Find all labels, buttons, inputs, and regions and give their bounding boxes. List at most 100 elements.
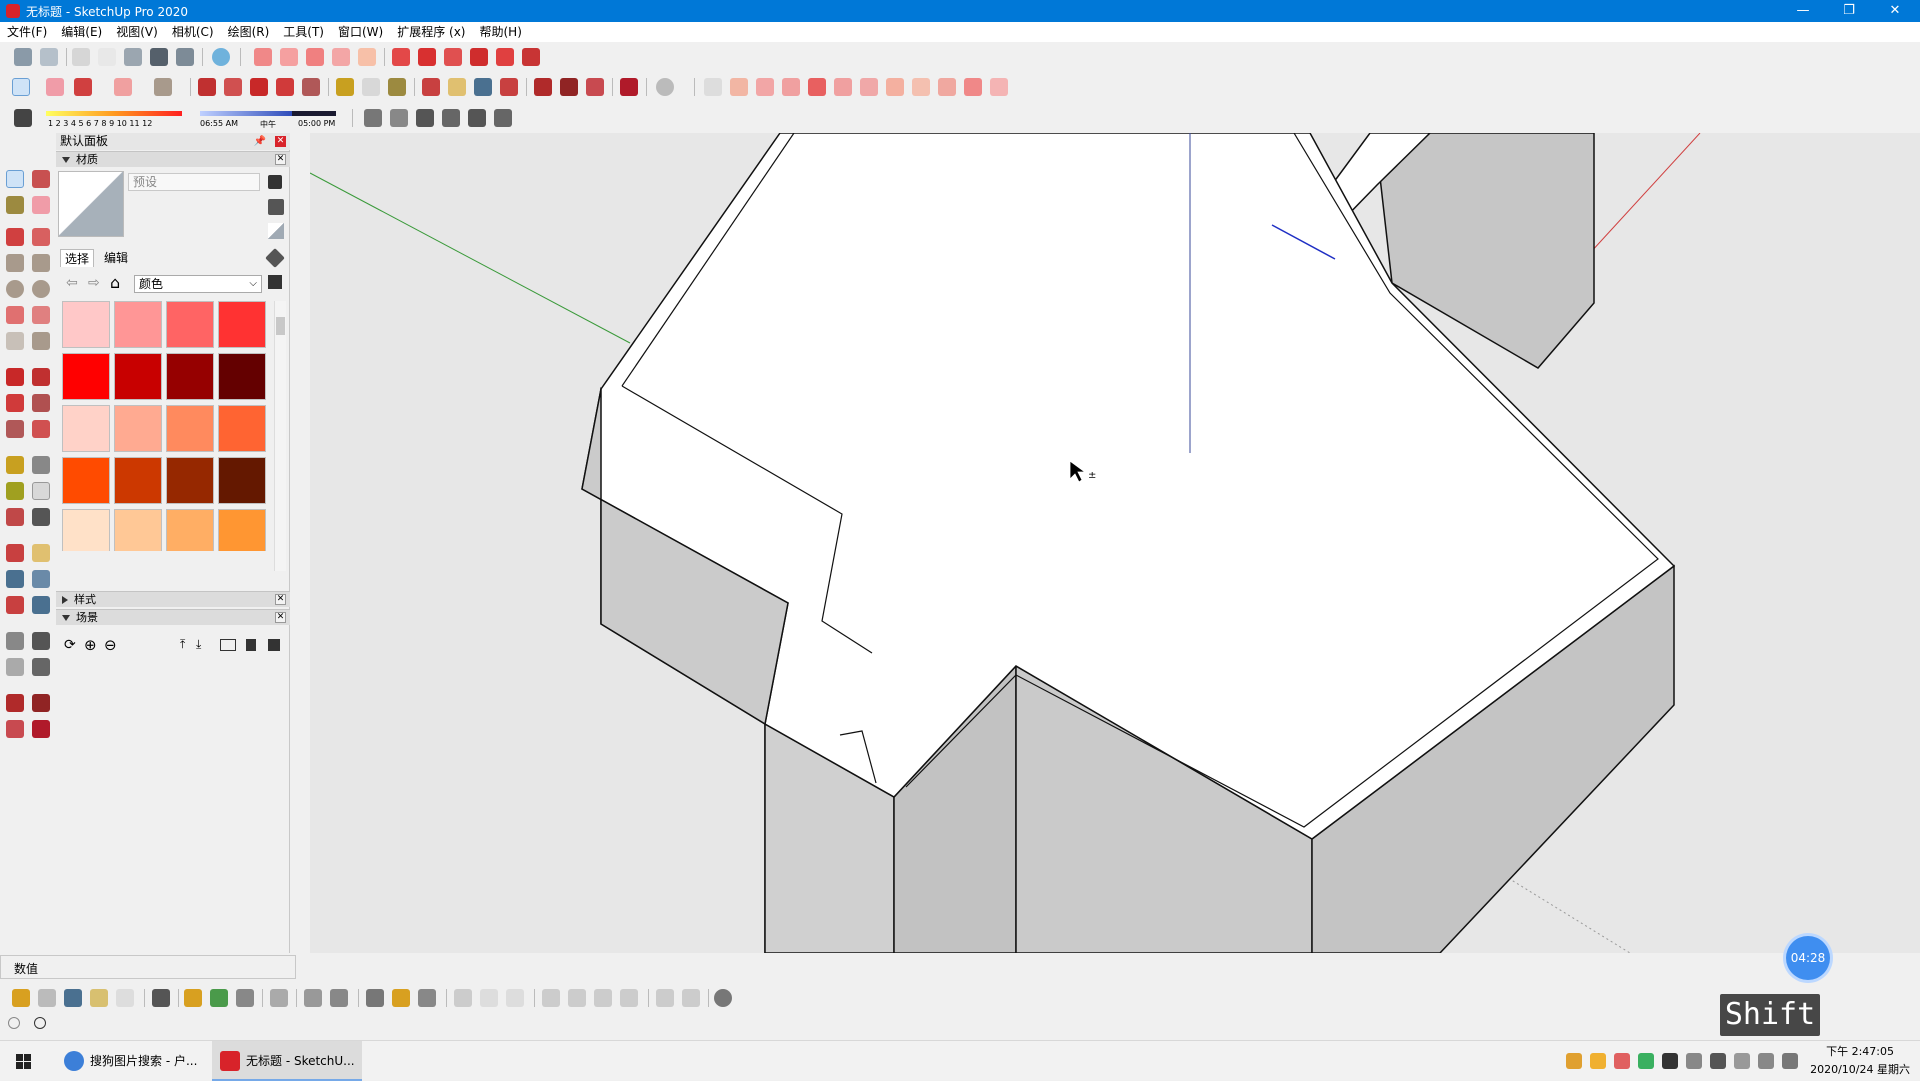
plugin-11-icon[interactable] [522,48,540,66]
menu-camera[interactable]: 相机(C) [165,22,221,42]
plugin-12-icon[interactable] [730,78,748,96]
plugin-9-icon[interactable] [470,48,488,66]
status-geo-icon[interactable] [8,1017,20,1029]
collection-dropdown[interactable]: 颜色 ⌵ [134,275,262,293]
top-view-icon[interactable] [390,109,408,127]
minimize-button[interactable]: — [1780,0,1826,22]
plugin-15-icon[interactable] [808,78,826,96]
material-swatch[interactable] [62,457,110,504]
material-swatch[interactable] [218,301,266,348]
rectangle-tool-icon[interactable] [6,254,24,272]
bottom-tool-17-icon[interactable] [506,989,524,1007]
section-plane-icon[interactable] [704,78,722,96]
time-slider[interactable] [200,111,295,116]
plugin-17-icon[interactable] [860,78,878,96]
warehouse-tool-icon[interactable] [6,694,24,712]
material-swatch[interactable] [166,509,214,551]
eyedropper-icon[interactable] [265,248,285,268]
tab-edit[interactable]: 编辑 [100,249,132,267]
close-button[interactable]: ✕ [1872,0,1918,22]
move-icon[interactable] [250,78,268,96]
month-slider[interactable] [46,111,182,116]
scale-tool-icon[interactable] [6,420,24,438]
remove-scene-icon[interactable]: ⊖ [104,636,117,654]
plugin-18-icon[interactable] [886,78,904,96]
tray-close-icon[interactable]: ✕ [275,136,286,147]
material-swatch[interactable] [218,405,266,452]
bottom-tool-22-icon[interactable] [656,989,674,1007]
bottom-tool-16-icon[interactable] [480,989,498,1007]
plugin-10-icon[interactable] [496,48,514,66]
account-icon[interactable] [656,78,674,96]
menu-tools[interactable]: 工具(T) [276,22,331,42]
back-arrow-icon[interactable]: ⇦ [66,275,78,291]
tray-speaker-icon[interactable] [1758,1053,1774,1069]
pin-icon[interactable]: 📌 [254,133,266,150]
text-tool-icon[interactable] [362,78,380,96]
ruby-gem-icon[interactable] [620,78,638,96]
sound-icon[interactable] [270,989,288,1007]
ext-warehouse-tool-icon[interactable] [32,694,50,712]
create-material-icon[interactable] [268,175,282,189]
info-icon[interactable] [34,1017,46,1029]
plugin-16-icon[interactable] [834,78,852,96]
bottom-tool-4-icon[interactable] [90,989,108,1007]
axes-tool-icon[interactable] [6,508,24,526]
plugin-3-icon[interactable] [306,48,324,66]
bottom-tool-11-icon[interactable] [330,989,348,1007]
plugin-14-icon[interactable] [782,78,800,96]
bottom-tool-15-icon[interactable] [454,989,472,1007]
iso-view-icon[interactable] [364,109,382,127]
ext-manager-icon[interactable] [32,720,50,738]
bottom-tool-5-icon[interactable] [116,989,134,1007]
plugin-1-icon[interactable] [254,48,272,66]
bottom-tool-21-icon[interactable] [620,989,638,1007]
restore-button[interactable]: ❐ [1826,0,1872,22]
details-arrow-icon[interactable] [268,275,282,289]
position-camera-icon[interactable] [6,632,24,650]
plugin-22-icon[interactable] [990,78,1008,96]
taskbar-clock[interactable]: 下午 2:47:05 2020/10/24 星期六 [1810,1043,1910,1079]
bottom-tool-18-icon[interactable] [542,989,560,1007]
menu-help[interactable]: 帮助(H) [472,22,528,42]
zoom-extents-icon[interactable] [500,78,518,96]
eraser-tool-icon[interactable] [32,196,50,214]
view-options-icon[interactable] [220,639,236,651]
materials-panel-header[interactable]: 材质 ✕ [56,151,290,167]
menu-draw[interactable]: 绘图(R) [221,22,277,42]
menu-view[interactable]: 视图(V) [109,22,165,42]
bottom-tool-2-icon[interactable] [38,989,56,1007]
move-down-icon[interactable]: ⤓ [196,637,201,652]
menu-extensions[interactable]: 扩展程序 (x) [390,22,472,42]
rotated-rectangle-icon[interactable] [32,254,50,272]
bottom-tool-20-icon[interactable] [594,989,612,1007]
shaded-textures-icon[interactable] [150,48,168,66]
menu-edit[interactable]: 编辑(E) [54,22,109,42]
make-component-icon[interactable] [32,170,50,188]
tray-nvidia-icon[interactable] [1662,1053,1678,1069]
select-tool-icon[interactable] [6,170,24,188]
paint-bucket-icon[interactable] [388,78,406,96]
push-pull-tool-icon[interactable] [32,368,50,386]
text-label-icon[interactable] [32,482,50,500]
scenes-close-icon[interactable]: ✕ [275,612,286,623]
back-view-icon[interactable] [468,109,486,127]
walk-tool-icon[interactable] [6,658,24,676]
bottom-tool-7-icon[interactable] [184,989,202,1007]
forward-arrow-icon[interactable]: ⇨ [88,275,100,291]
geo-location-icon[interactable] [714,989,732,1007]
3d-model-scene[interactable]: ± [310,133,1920,953]
styles-panel-header[interactable]: 样式 ✕ [56,591,290,607]
2pt-arc-icon[interactable] [32,306,50,324]
freehand-tool-icon[interactable] [32,228,50,246]
tray-ime-icon[interactable] [1782,1053,1798,1069]
material-swatch[interactable] [166,353,214,400]
bottom-tool-10-icon[interactable] [304,989,322,1007]
material-swatch[interactable] [114,301,162,348]
section-tool-icon[interactable] [32,658,50,676]
right-view-icon[interactable] [442,109,460,127]
orbit-icon[interactable] [422,78,440,96]
move-up-icon[interactable]: ⤒ [180,637,185,652]
3pt-arc-icon[interactable] [6,332,24,350]
tray-app-1-icon[interactable] [1590,1053,1606,1069]
